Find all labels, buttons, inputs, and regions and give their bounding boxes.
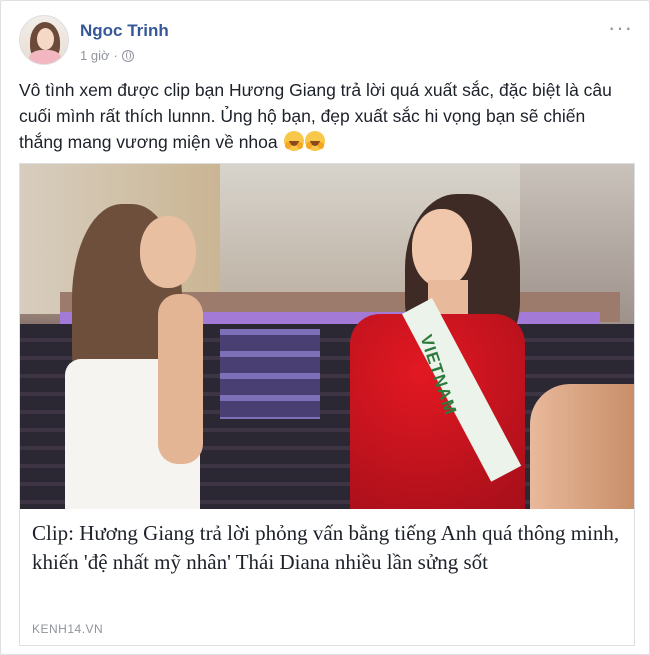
avatar-face xyxy=(37,28,54,50)
right-person-face xyxy=(412,209,472,287)
post-meta: 1 giờ · xyxy=(80,48,134,63)
link-domain: KENH14.VN xyxy=(32,622,104,636)
post-text: Vô tình xem được clip bạn Hương Giang tr… xyxy=(19,77,633,155)
post-card: Ngoc Trinh 1 giờ · ··· Vô tình xem được … xyxy=(0,0,650,655)
link-preview-card[interactable]: VIETNAM Clip: Hương Giang trả lời phỏng … xyxy=(19,163,635,646)
link-title[interactable]: Clip: Hương Giang trả lời phỏng vấn bằng… xyxy=(32,519,622,577)
stage-steps xyxy=(220,329,320,419)
link-preview-image[interactable]: VIETNAM xyxy=(20,164,634,509)
globe-icon[interactable] xyxy=(121,49,134,62)
post-header: Ngoc Trinh 1 giờ · ··· xyxy=(19,15,633,71)
left-person-arm xyxy=(158,294,203,464)
left-person-face xyxy=(140,216,196,288)
avatar-dress xyxy=(29,50,61,64)
hugging-face-emoji xyxy=(304,131,325,151)
author-name[interactable]: Ngoc Trinh xyxy=(80,21,169,41)
more-options-button[interactable]: ··· xyxy=(608,17,633,39)
avatar[interactable] xyxy=(19,15,69,65)
foreground-arm xyxy=(530,384,634,509)
meta-separator: · xyxy=(113,48,118,63)
post-time[interactable]: 1 giờ xyxy=(80,48,110,63)
hugging-face-emoji xyxy=(283,131,304,151)
